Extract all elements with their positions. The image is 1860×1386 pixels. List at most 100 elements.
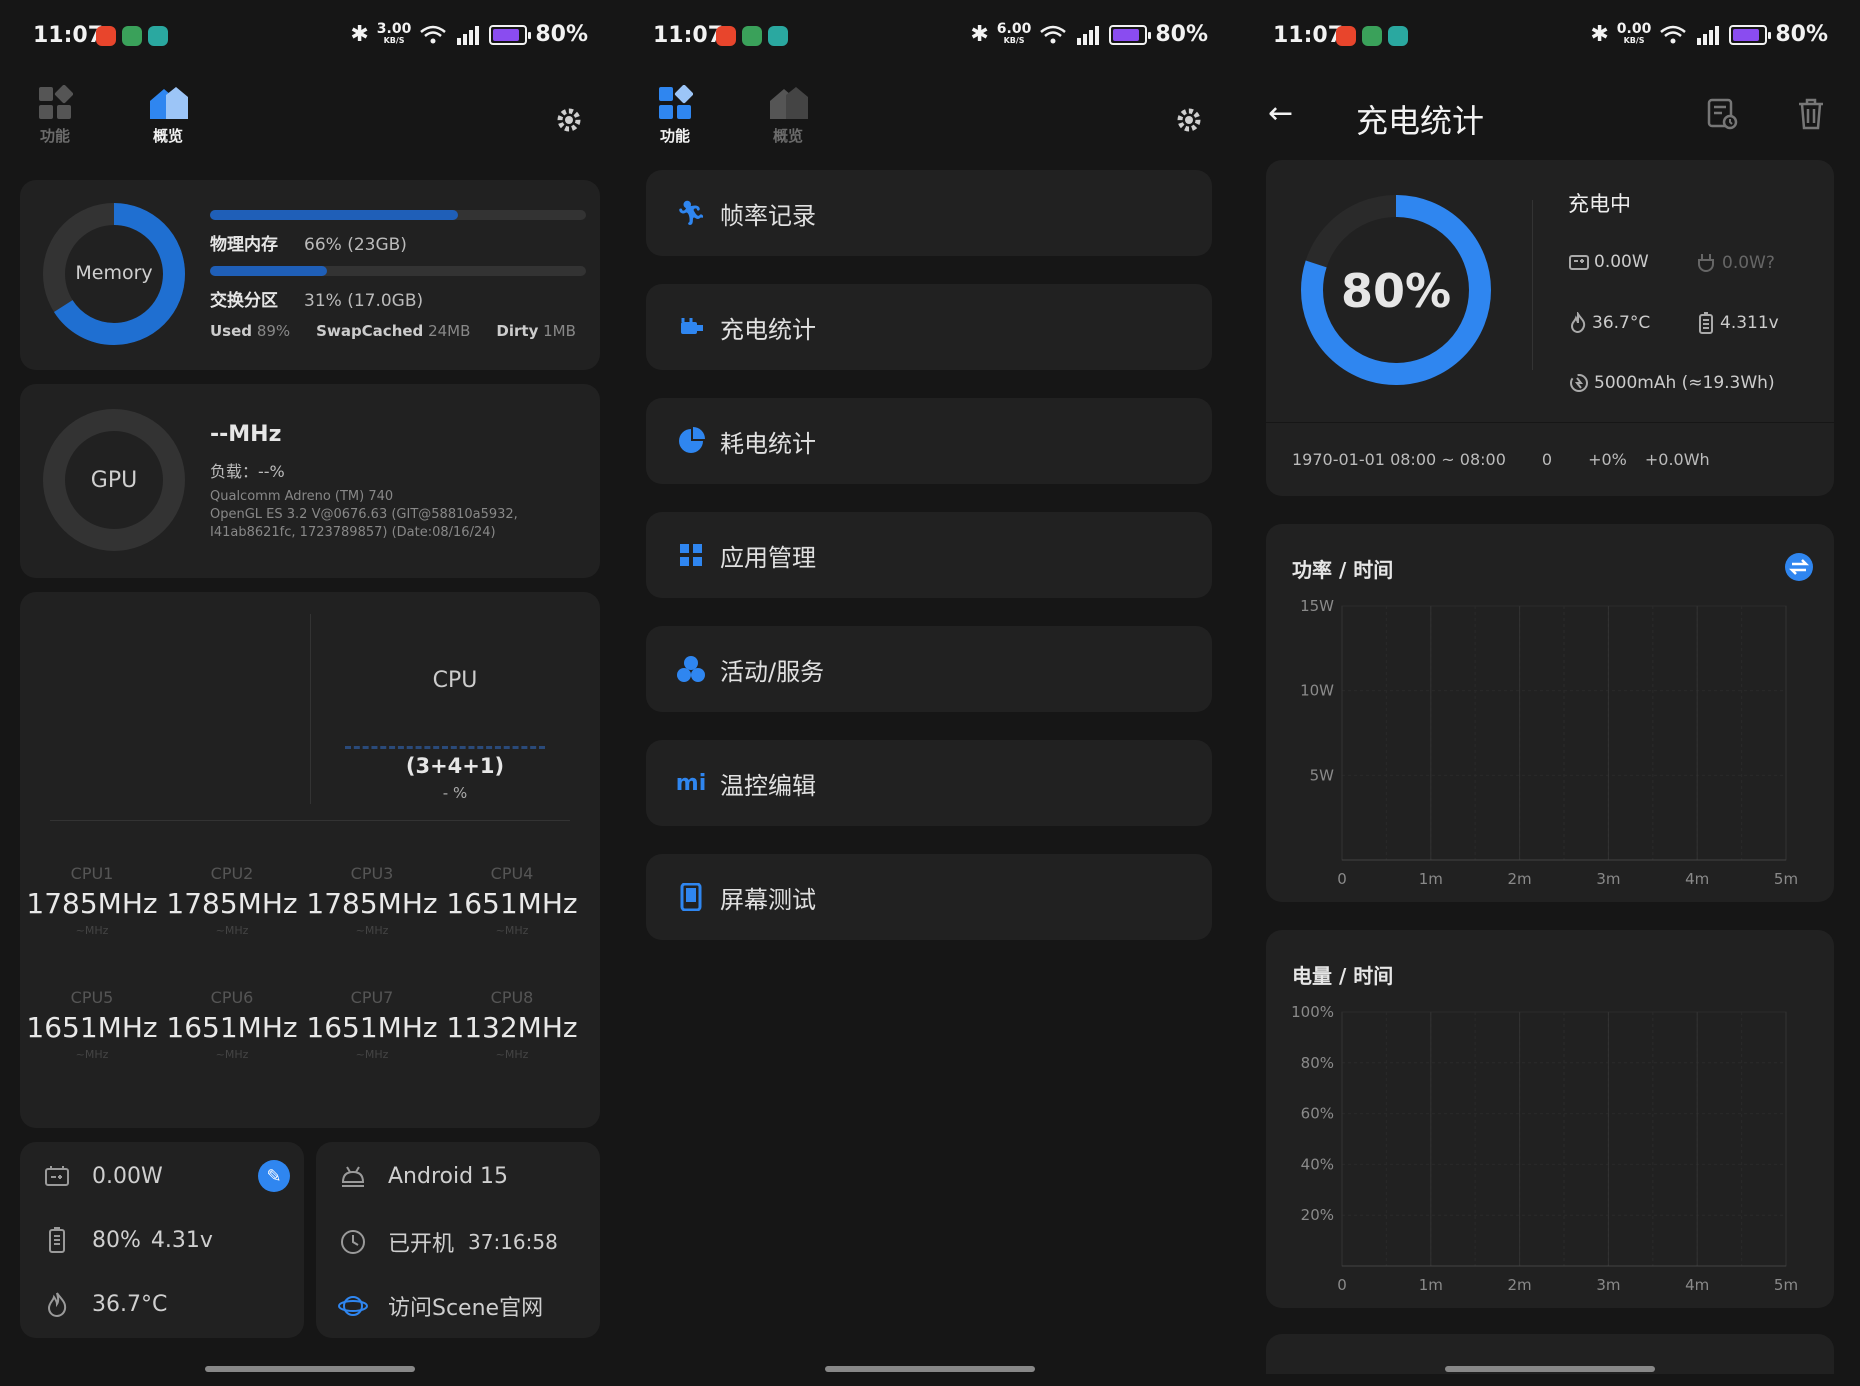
- tab-features-label: 功能: [659, 127, 690, 145]
- cpu-core-1: CPU1 1785MHz ~MHz: [22, 864, 162, 937]
- cpu-core-frequency: 1785MHz: [166, 887, 298, 920]
- x-tick-label: 5m: [1774, 870, 1798, 888]
- cpu-core-5: CPU5 1651MHz ~MHz: [22, 988, 162, 1061]
- cpu-core-name: CPU6: [210, 988, 254, 1007]
- mi-logo-icon: mi: [675, 770, 707, 796]
- battery-plus-icon: [45, 1166, 69, 1186]
- app-notification-icon: [1336, 26, 1356, 46]
- cpu-card[interactable]: CPU (3+4+1) - % CPU1 1785MHz ~MHz CPU2 1785M…: [20, 592, 600, 1128]
- gear-icon[interactable]: [554, 105, 584, 135]
- memory-ring: Memory: [42, 202, 186, 346]
- cpu-core-frequency: 1132MHz: [446, 1011, 578, 1044]
- menu-screen-test[interactable]: 屏幕测试: [646, 854, 1212, 940]
- website-link[interactable]: 访问Scene官网: [338, 1290, 543, 1322]
- battery-row: 80% 4.31v: [42, 1226, 213, 1254]
- battery-icon: [1699, 312, 1713, 334]
- grid-icon: [39, 85, 73, 119]
- cpu-label: CPU: [432, 668, 478, 693]
- tab-features-label: 功能: [39, 127, 70, 145]
- bubbles-icon: [676, 654, 706, 684]
- x-tick-label: 4m: [1685, 870, 1709, 888]
- cpu-core-sub: ~MHz: [215, 1048, 249, 1061]
- x-tick-label: 3m: [1596, 1276, 1620, 1294]
- cpu-cluster: (3+4+1): [405, 754, 505, 778]
- wifi-icon: [420, 25, 447, 43]
- overview-screen: 11:07 ✱ 3.00 KB/S 80% 功能 概览 Memory 物理内存 …: [0, 0, 620, 1386]
- tab-overview[interactable]: 概览: [133, 85, 203, 146]
- estimated-power: 0.0W?: [1696, 252, 1775, 274]
- battery-icon: [1729, 24, 1772, 45]
- plug-icon: [1698, 254, 1714, 272]
- home-indicator[interactable]: [825, 1366, 1035, 1372]
- charge-ring: 80%: [1296, 190, 1496, 390]
- menu-app-manager[interactable]: 应用管理: [646, 512, 1212, 598]
- status-right: ✱ 6.00 KB/S 80%: [970, 22, 1208, 48]
- menu-activities-services[interactable]: 活动/服务: [646, 626, 1212, 712]
- battery-capacity: 5000mAh (≈19.3Wh): [1568, 372, 1775, 394]
- cpu-core-sub: ~MHz: [495, 1048, 529, 1061]
- gpu-ring: GPU: [42, 408, 186, 552]
- page-title: 充电统计: [1356, 102, 1485, 140]
- home-icon: [770, 87, 808, 119]
- memory-card[interactable]: Memory 物理内存 66% (23GB) 交换分区 31% (17.0GB) U…: [20, 180, 600, 370]
- app-notification-icon: [1388, 26, 1408, 46]
- menu-fps-record[interactable]: 🏃︎ 帧率记录: [646, 170, 1212, 256]
- battery-icon: [489, 24, 532, 45]
- gpu-ring-label: GPU: [90, 468, 138, 493]
- power-card[interactable]: 0.00W ✎ 80% 4.31v 36.7°C: [20, 1142, 304, 1338]
- y-tick-label: 10W: [1300, 682, 1334, 700]
- battery-plus-icon: [1569, 255, 1589, 270]
- app-notification-icon: [742, 26, 762, 46]
- tab-features[interactable]: 功能: [640, 85, 710, 146]
- x-tick-label: 1m: [1419, 1276, 1443, 1294]
- cpu-core-6: CPU6 1651MHz ~MHz: [162, 988, 302, 1061]
- bluetooth-icon: ✱: [970, 22, 989, 47]
- tab-overview[interactable]: 概览: [753, 85, 823, 146]
- tab-overview-label: 概览: [772, 127, 803, 145]
- charge-voltage: 4.311v: [1696, 312, 1779, 334]
- gear-icon[interactable]: [1174, 105, 1204, 135]
- flame-icon: [47, 1292, 67, 1318]
- cpu-core-2: CPU2 1785MHz ~MHz: [162, 864, 302, 937]
- system-card[interactable]: Android 15 已开机 37:16:58 访问Scene官网: [316, 1142, 600, 1338]
- temperature-row: 36.7°C: [42, 1290, 167, 1318]
- history-icon[interactable]: [1706, 98, 1738, 130]
- running-icon: 🏃︎: [675, 199, 707, 227]
- physical-memory-bar: [210, 210, 586, 220]
- menu-power-stats[interactable]: 耗电统计: [646, 398, 1212, 484]
- cpu-core-sub: ~MHz: [355, 1048, 389, 1061]
- signal-icon: [1077, 25, 1100, 45]
- gpu-card[interactable]: GPU --MHz 负载：--% Qualcomm Adreno (TM) 74…: [20, 384, 600, 578]
- x-tick-label: 4m: [1685, 1276, 1709, 1294]
- home-indicator[interactable]: [1445, 1366, 1655, 1372]
- cpu-divider-h: [50, 820, 570, 821]
- home-icon: [150, 87, 188, 119]
- notification-icons: [1336, 26, 1408, 46]
- y-tick-label: 80%: [1301, 1054, 1334, 1072]
- y-tick-label: 40%: [1301, 1155, 1334, 1173]
- menu-thermal-edit[interactable]: mi 温控编辑: [646, 740, 1212, 826]
- physical-memory-row: 物理内存 66% (23GB): [210, 235, 407, 255]
- back-arrow-icon[interactable]: ←: [1268, 96, 1293, 131]
- session-row[interactable]: 1970-01-01 08:00 ~ 08:00 0 +0% +0.0Wh: [1292, 450, 1710, 469]
- cpu-core-frequency: 1785MHz: [306, 887, 438, 920]
- home-indicator[interactable]: [205, 1366, 415, 1372]
- input-power: 0.00W: [1568, 252, 1649, 272]
- top-tabs: 功能 概览: [620, 85, 1240, 155]
- y-tick-label: 100%: [1291, 1003, 1334, 1021]
- tab-overview-label: 概览: [152, 127, 183, 145]
- menu-charging-stats[interactable]: 充电统计: [646, 284, 1212, 370]
- x-tick-label: 0: [1337, 870, 1347, 888]
- edit-pencil-icon[interactable]: ✎: [258, 1160, 290, 1192]
- cpu-core-name: CPU7: [350, 988, 394, 1007]
- app-notification-icon: [96, 26, 116, 46]
- tab-features[interactable]: 功能: [20, 85, 90, 146]
- charger-icon: [676, 312, 706, 342]
- trash-icon[interactable]: [1796, 98, 1826, 130]
- planet-icon: [338, 1296, 368, 1316]
- charge-temperature: 36.7°C: [1568, 312, 1650, 334]
- battery-icon: [1109, 24, 1152, 45]
- battery-percent: 80%: [535, 22, 588, 47]
- wifi-icon: [1660, 25, 1687, 43]
- power-chart: 15W 10W 5W 0 1m 2m 3m 4m 5m: [1300, 597, 1798, 888]
